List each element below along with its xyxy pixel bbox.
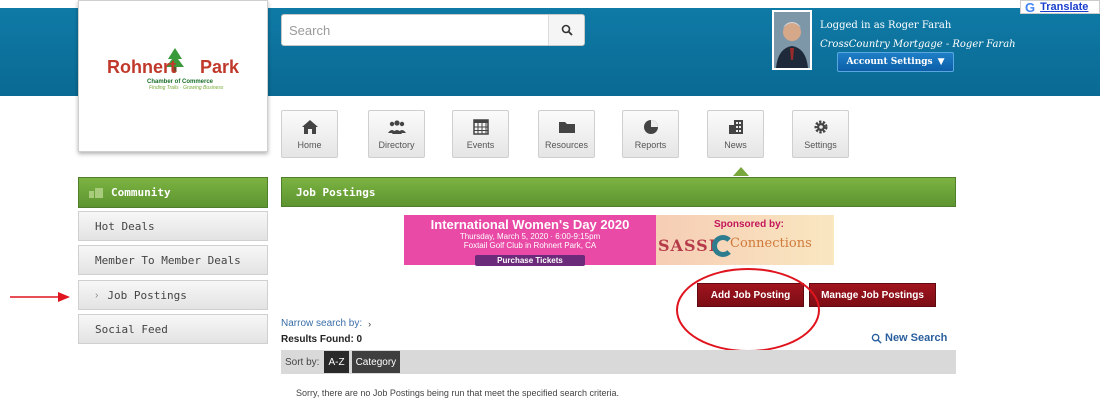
nav-label: Reports: [634, 140, 667, 150]
logo-name-right: Park: [200, 57, 240, 77]
logged-in-text: Logged in as Roger Farah: [820, 20, 952, 31]
page-title: Job Postings: [296, 185, 376, 199]
sidebar-item-member-deals[interactable]: Member To Member Deals: [78, 245, 268, 275]
nav-label: Events: [466, 140, 495, 150]
nav-settings[interactable]: Settings: [792, 110, 849, 158]
sidebar-item-label: Job Postings: [107, 288, 187, 302]
logo-tagline: Finding Trails · Growing Business: [149, 85, 224, 91]
nav-label: Resources: [544, 140, 589, 150]
nav-label: News: [724, 140, 747, 150]
sidebar-item-hot-deals[interactable]: Hot Deals: [78, 211, 268, 241]
sponsor-connections-text: Connections: [730, 236, 812, 251]
search-button[interactable]: [548, 15, 584, 45]
purchase-tickets-button[interactable]: Purchase Tickets: [475, 255, 585, 266]
search-icon: [561, 24, 573, 36]
chevron-right-icon: ›: [95, 289, 99, 301]
company-text: CrossCountry Mortgage - Roger Farah: [820, 39, 1016, 50]
translate-link[interactable]: Translate: [1040, 1, 1088, 13]
avatar[interactable]: [772, 10, 812, 70]
event-banner-ad[interactable]: International Women's Day 2020 Thursday,…: [404, 215, 834, 266]
nav-resources[interactable]: Resources: [538, 110, 595, 158]
sort-az-button[interactable]: A-Z: [324, 351, 349, 373]
narrow-search-toggle[interactable]: Narrow search by: ›: [281, 318, 371, 329]
empty-results-message: Sorry, there are no Job Postings being r…: [296, 388, 620, 398]
banner-title: International Women's Day 2020: [430, 217, 630, 232]
nav-news[interactable]: News: [707, 110, 764, 158]
account-settings-label: Account Settings: [846, 57, 933, 67]
nav-label: Directory: [378, 140, 415, 150]
logo-wordmark: Rohnert Park: [107, 57, 239, 78]
translate-widget[interactable]: G Translate: [1020, 0, 1100, 15]
results-count: Results Found: 0: [281, 334, 363, 345]
nav-label: Home: [297, 140, 322, 150]
page-title-bar: Job Postings: [281, 177, 956, 207]
gear-icon: [814, 120, 827, 134]
calendar-icon: [472, 119, 489, 135]
folder-icon: [558, 122, 575, 133]
sidebar-item-label: Social Feed: [95, 322, 168, 336]
nav-directory[interactable]: Directory: [368, 110, 425, 158]
banner-date: Thursday, March 5, 2020 · 6:00-9:15pm: [459, 232, 601, 241]
banner-sponsor-panel: Sponsored by: SASSI Connections: [656, 215, 834, 265]
nav-reports[interactable]: Reports: [622, 110, 679, 158]
nav-home[interactable]: Home: [281, 110, 338, 158]
sponsored-by-text: Sponsored by:: [714, 219, 785, 230]
sidebar-item-label: Hot Deals: [95, 219, 155, 233]
chamber-logo[interactable]: Rohnert Park Chamber of Commerce Finding …: [78, 0, 268, 152]
narrow-search-label: Narrow search by:: [281, 318, 363, 329]
sidebar-item-job-postings[interactable]: › Job Postings: [78, 280, 268, 310]
annotation-circle: [676, 268, 820, 352]
new-search-label: New Search: [885, 332, 948, 344]
sidebar-item-social-feed[interactable]: Social Feed: [78, 314, 268, 344]
google-icon: G: [1025, 0, 1036, 15]
logo-name-left: Rohnert: [107, 57, 176, 77]
page: G Translate Rohnert Park Chamber of Comme…: [0, 0, 1100, 402]
sidebar-section-community[interactable]: Community: [78, 177, 268, 208]
search-input[interactable]: [282, 15, 550, 45]
building-icon: [728, 120, 743, 134]
sidebar-section-label: Community: [111, 186, 171, 199]
sort-category-button[interactable]: Category: [351, 351, 401, 373]
active-nav-indicator: [733, 167, 749, 176]
account-settings-button[interactable]: Account Settings ▼: [837, 52, 954, 72]
home-icon: [301, 120, 318, 134]
chevron-right-icon: ›: [368, 318, 372, 329]
pie-chart-icon: [643, 120, 658, 134]
new-search-link[interactable]: New Search: [871, 332, 947, 344]
nav-events[interactable]: Events: [452, 110, 509, 158]
sidebar-item-label: Member To Member Deals: [95, 253, 241, 267]
community-icon: [89, 187, 103, 198]
sort-label: Sort by:: [285, 356, 320, 368]
banner-event-panel: International Women's Day 2020 Thursday,…: [404, 215, 656, 266]
nav-label: Settings: [804, 140, 837, 150]
caret-down-icon: ▼: [937, 57, 945, 67]
profile-photo: [774, 12, 810, 68]
people-icon: [387, 120, 406, 134]
sponsor-sassi-text: SASSI: [658, 236, 718, 255]
search-box: [281, 14, 585, 46]
annotation-arrow: [10, 292, 70, 302]
banner-venue: Foxtail Golf Club in Rohnert Park, CA: [463, 241, 597, 250]
sort-bar: Sort by: A-Z Category: [281, 350, 956, 374]
manage-job-postings-button[interactable]: Manage Job Postings: [809, 283, 936, 307]
search-icon: [871, 333, 882, 344]
